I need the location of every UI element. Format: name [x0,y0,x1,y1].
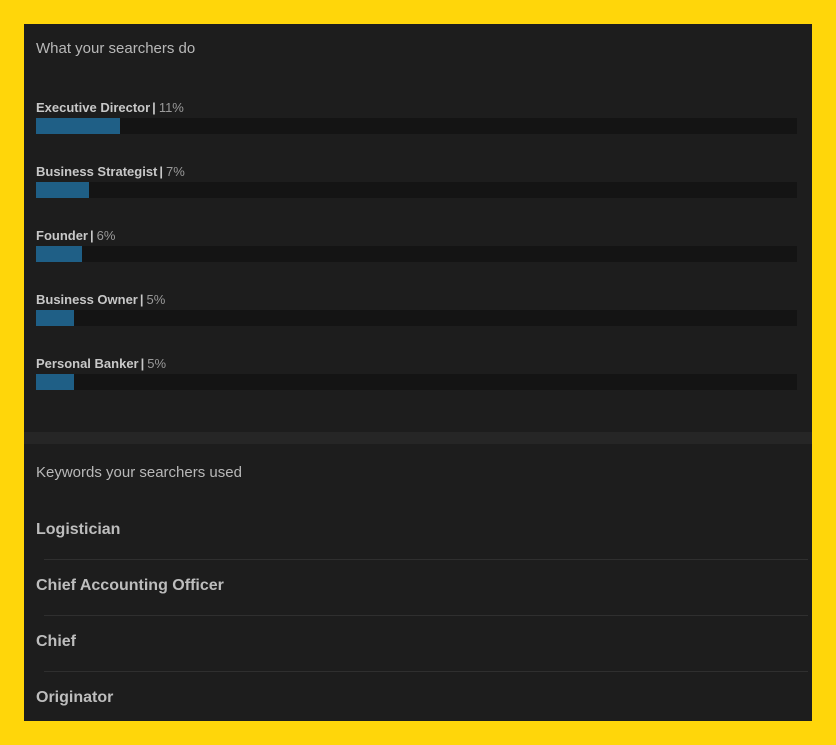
occupation-item: Founder | 6% [36,227,797,281]
percent-bar-track [36,374,797,390]
percent-bar-track [36,246,797,262]
keyword-label[interactable]: Chief Accounting Officer [36,575,224,597]
occupation-percent: 11% [158,100,184,115]
occupation-percent: 5% [146,292,166,307]
occupation-name: Personal Banker [36,356,139,371]
label-separator: | [152,100,156,115]
occupation-item: Business Owner | 5% [36,291,797,345]
percent-bar-fill [36,182,89,198]
occupation-item: Personal Banker | 5% [36,355,797,409]
occupation-label: Business Strategist | 7% [36,163,185,181]
occupation-name: Business Strategist [36,164,158,179]
keyword-divider [44,559,808,560]
percent-bar-fill [36,118,120,134]
occupation-item: Executive Director | 11% [36,99,797,153]
occupation-label: Founder | 6% [36,227,115,245]
occupation-name: Founder [36,228,88,243]
occupation-name: Executive Director [36,100,151,115]
keyword-item[interactable]: Chief [36,631,808,687]
label-separator: | [159,164,164,179]
keyword-divider [44,615,808,616]
percent-bar-track [36,182,797,198]
percent-bar-fill [36,310,74,326]
percent-bar-track [36,118,797,134]
occupation-label: Executive Director | 11% [36,99,184,117]
keyword-divider [44,671,808,672]
percent-bar-fill [36,246,82,262]
occupations-section-title: What your searchers do [36,40,196,57]
keyword-label[interactable]: Logistician [36,519,120,541]
keyword-item[interactable]: Originator [36,687,808,721]
keyword-label[interactable]: Originator [36,687,113,709]
label-separator: | [140,356,145,371]
keyword-item[interactable]: Logistician [36,519,808,575]
occupation-percent: 7% [166,164,185,179]
occupation-percent: 5% [147,356,167,371]
label-separator: | [90,228,94,243]
section-divider [24,432,812,444]
keyword-label[interactable]: Chief [36,631,76,653]
occupation-item: Business Strategist | 7% [36,163,797,217]
label-separator: | [139,292,144,307]
occupation-label: Personal Banker | 5% [36,355,166,373]
occupation-label: Business Owner | 5% [36,291,165,309]
occupation-name: Business Owner [36,292,138,307]
occupation-percent: 6% [96,228,116,243]
keyword-item[interactable]: Chief Accounting Officer [36,575,808,631]
keywords-section-title: Keywords your searchers used [36,464,242,481]
percent-bar-track [36,310,797,326]
percent-bar-fill [36,374,74,390]
searchers-insights-panel: What your searchers do Executive Directo… [24,24,812,721]
